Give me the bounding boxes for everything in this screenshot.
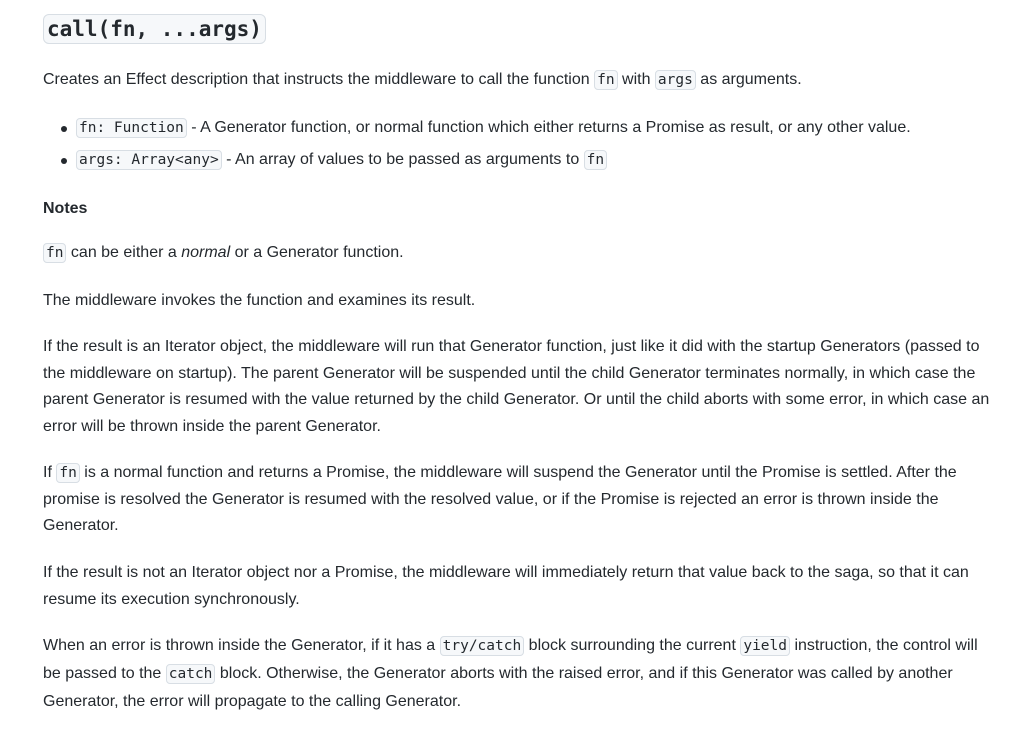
intro-paragraph: Creates an Effect description that instr… bbox=[43, 70, 802, 90]
notes-heading-wrap: Notes bbox=[43, 197, 995, 221]
note-paragraph-5: If the result is not an Iterator object … bbox=[43, 564, 969, 608]
inline-code-fn: fn bbox=[56, 463, 80, 483]
inline-code-fn: fn bbox=[583, 150, 608, 170]
note-paragraph-3: If the result is an Iterator object, the… bbox=[43, 338, 990, 435]
section-heading-call: call(fn, ...args) bbox=[43, 14, 266, 44]
notes-heading: Notes bbox=[43, 200, 88, 217]
note-paragraph-6: When an error is thrown inside the Gener… bbox=[43, 636, 978, 710]
params-list-wrap: fn: Function - A Generator function, or … bbox=[43, 116, 995, 180]
list-item: fn: Function - A Generator function, or … bbox=[43, 116, 995, 148]
param-fn-code: fn: Function bbox=[76, 118, 187, 138]
inline-code-catch: catch bbox=[165, 664, 216, 684]
inline-code-args: args bbox=[654, 70, 696, 90]
note-paragraph-2: The middleware invokes the function and … bbox=[43, 292, 476, 309]
note-paragraph-1: fn can be either a normal or a Generator… bbox=[43, 240, 995, 267]
heading-code: call(fn, ...args) bbox=[43, 14, 266, 44]
inline-code-yield: yield bbox=[740, 636, 790, 656]
note-paragraph-4: If fn is a normal function and returns a… bbox=[43, 463, 957, 534]
list-item: args: Array<any> - An array of values to… bbox=[43, 148, 995, 180]
param-args-code: args: Array<any> bbox=[76, 150, 222, 170]
params-list: fn: Function - A Generator function, or … bbox=[43, 116, 995, 180]
inline-code-fn: fn bbox=[43, 243, 67, 263]
inline-code-try-catch: try/catch bbox=[439, 636, 525, 656]
inline-code-fn: fn bbox=[594, 70, 618, 90]
